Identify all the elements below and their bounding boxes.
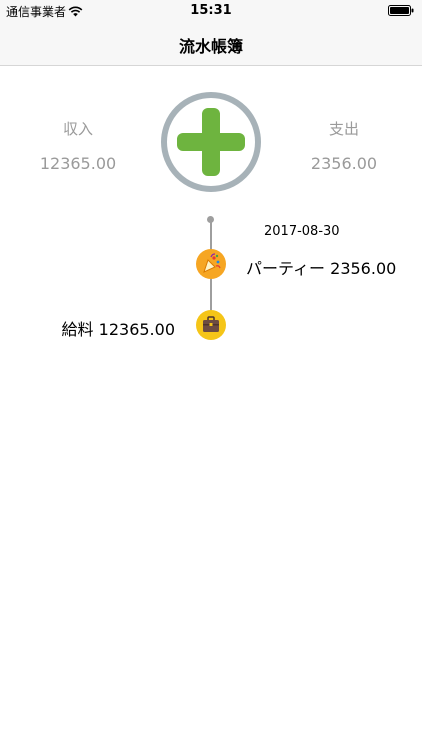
entry-name: パーティー bbox=[246, 259, 326, 278]
add-record-button[interactable] bbox=[160, 91, 262, 193]
page-title: 流水帳簿 bbox=[178, 37, 243, 56]
navigation-bar: 流水帳簿 bbox=[0, 22, 422, 66]
expense-total: 2356.00 bbox=[310, 154, 378, 173]
party-popper-icon[interactable] bbox=[196, 249, 226, 279]
entry-amount: 2356.00 bbox=[330, 259, 397, 278]
clock: 15:31 bbox=[190, 3, 232, 18]
timeline-start-dot bbox=[207, 216, 214, 223]
entry-amount: 12365.00 bbox=[98, 320, 175, 339]
expense-label: 支出 bbox=[328, 120, 359, 138]
income-total: 12365.00 bbox=[39, 154, 117, 173]
party-popper-glyph bbox=[203, 253, 221, 273]
timeline-date: 2017-08-30 bbox=[264, 224, 340, 239]
entry-name: 給料 bbox=[61, 320, 94, 339]
briefcase-icon[interactable] bbox=[196, 310, 226, 340]
briefcase-glyph bbox=[203, 316, 219, 332]
expense-entry[interactable]: パーティー 2356.00 bbox=[246, 255, 396, 279]
income-entry[interactable]: 給料 12365.00 bbox=[62, 316, 175, 340]
income-label: 収入 bbox=[62, 120, 93, 138]
battery-icon bbox=[388, 5, 414, 16]
status-bar: 通信事業者 15:31 bbox=[0, 0, 422, 22]
